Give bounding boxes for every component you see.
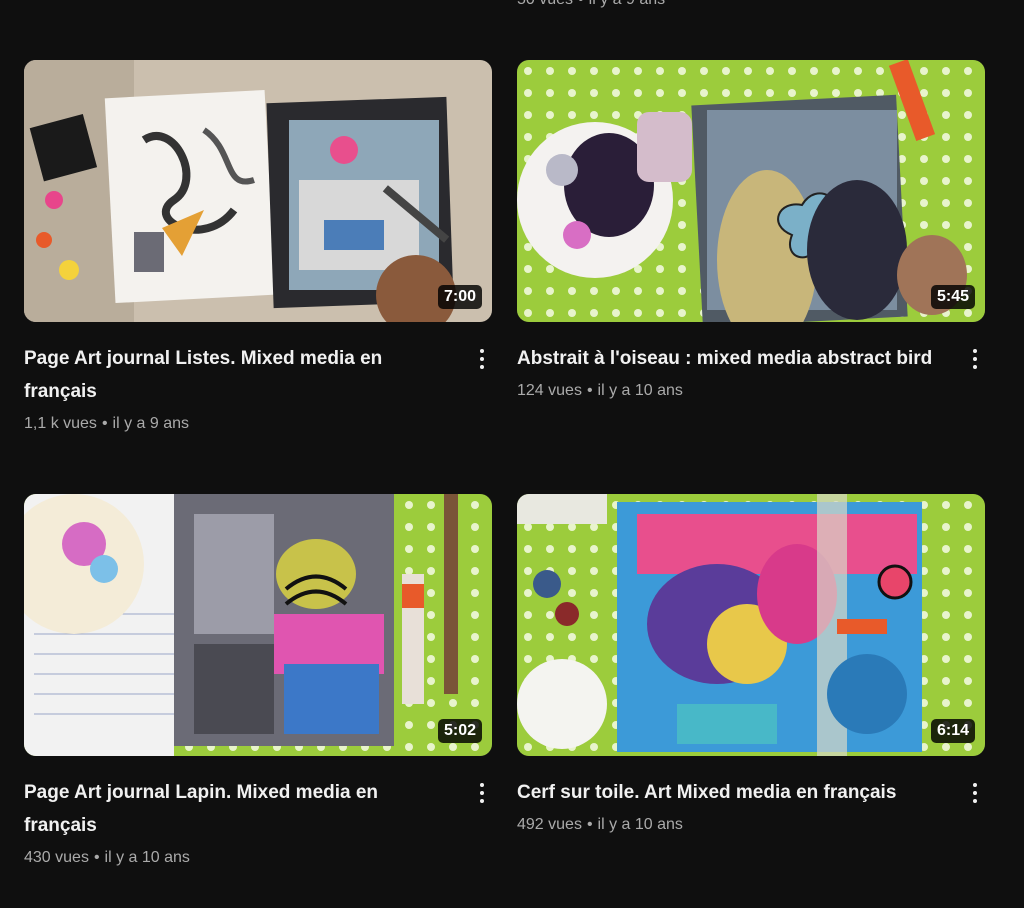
video-card[interactable]: 5:45 Abstrait à l'oiseau : mixed media a… (517, 60, 987, 402)
more-vert-icon (480, 783, 484, 787)
video-thumbnail[interactable]: 5:02 (24, 494, 492, 756)
meta-separator: • (586, 382, 593, 399)
video-duration-badge: 6:14 (930, 719, 975, 743)
previous-video-meta: 50 vues • il y a 9 ans (517, 0, 665, 9)
thumbnail-image-abstract-bird (517, 60, 985, 322)
video-views: 1,1 k vues (24, 415, 97, 432)
video-title[interactable]: Page Art journal Listes. Mixed media en … (24, 342, 450, 408)
video-views: 430 vues (24, 849, 89, 866)
more-actions-button[interactable] (470, 342, 494, 376)
more-vert-icon (480, 349, 484, 353)
more-vert-icon (480, 365, 484, 369)
meta-separator: • (93, 849, 100, 866)
meta-separator: • (101, 415, 108, 432)
video-duration-badge: 7:00 (437, 285, 482, 309)
more-vert-icon (973, 365, 977, 369)
more-vert-icon (973, 791, 977, 795)
video-thumbnail[interactable]: 5:45 (517, 60, 985, 322)
video-age: il y a 10 ans (597, 382, 683, 399)
video-card[interactable]: 7:00 Page Art journal Listes. Mixed medi… (24, 60, 494, 435)
video-age: il y a 10 ans (104, 849, 190, 866)
more-vert-icon (973, 349, 977, 353)
video-info: Abstrait à l'oiseau : mixed media abstra… (517, 342, 987, 402)
video-title[interactable]: Cerf sur toile. Art Mixed media en franç… (517, 776, 943, 809)
meta-separator: • (578, 0, 584, 8)
previous-video-age: il y a 9 ans (589, 0, 665, 8)
video-info: Page Art journal Lapin. Mixed media en f… (24, 776, 494, 869)
more-vert-icon (973, 799, 977, 803)
more-vert-icon (973, 783, 977, 787)
thumbnail-image-art-journal (24, 60, 492, 322)
more-vert-icon (973, 357, 977, 361)
video-meta: 430 vues • il y a 10 ans (24, 847, 450, 869)
video-info: Page Art journal Listes. Mixed media en … (24, 342, 494, 435)
video-thumbnail[interactable]: 7:00 (24, 60, 492, 322)
video-title[interactable]: Page Art journal Lapin. Mixed media en f… (24, 776, 450, 842)
more-actions-button[interactable] (470, 776, 494, 810)
video-duration-badge: 5:45 (930, 285, 975, 309)
video-meta: 124 vues • il y a 10 ans (517, 380, 943, 402)
video-card[interactable]: 6:14 Cerf sur toile. Art Mixed media en … (517, 494, 987, 836)
more-vert-icon (480, 799, 484, 803)
video-card[interactable]: 5:02 Page Art journal Lapin. Mixed media… (24, 494, 494, 869)
video-age: il y a 9 ans (112, 415, 190, 432)
video-views: 492 vues (517, 816, 582, 833)
video-age: il y a 10 ans (597, 816, 683, 833)
more-vert-icon (480, 791, 484, 795)
video-title[interactable]: Abstrait à l'oiseau : mixed media abstra… (517, 342, 943, 375)
more-vert-icon (480, 357, 484, 361)
more-actions-button[interactable] (963, 342, 987, 376)
video-views: 124 vues (517, 382, 582, 399)
more-actions-button[interactable] (963, 776, 987, 810)
meta-separator: • (586, 816, 593, 833)
video-meta: 1,1 k vues • il y a 9 ans (24, 413, 450, 435)
video-info: Cerf sur toile. Art Mixed media en franç… (517, 776, 987, 836)
video-meta: 492 vues • il y a 10 ans (517, 814, 943, 836)
video-thumbnail[interactable]: 6:14 (517, 494, 985, 756)
previous-video-views: 50 vues (517, 0, 573, 8)
thumbnail-image-deer-canvas (517, 494, 985, 756)
thumbnail-image-rabbit-journal (24, 494, 492, 756)
video-duration-badge: 5:02 (437, 719, 482, 743)
